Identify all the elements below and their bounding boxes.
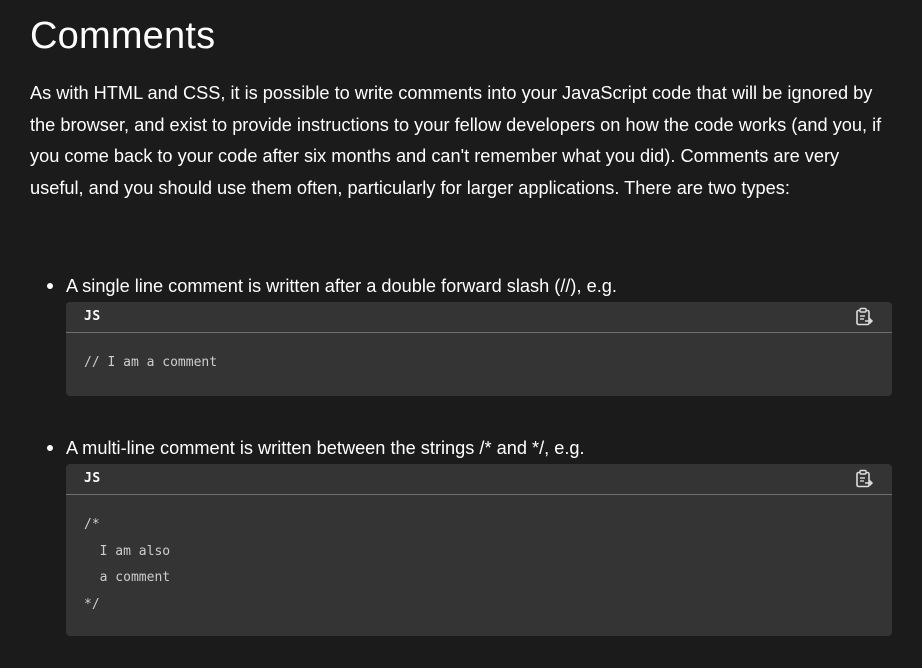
clipboard-copy-icon [856,307,874,326]
code-body: // I am a comment [66,333,892,377]
list-item-text: A single line comment is written after a… [66,276,617,296]
clipboard-copy-icon [856,469,874,488]
code-header: JS [66,464,892,495]
list-item-text: A multi-line comment is written between … [66,438,585,458]
bullet-icon [47,283,53,289]
code-text: // I am a comment [84,355,218,370]
copy-button[interactable] [854,469,874,489]
code-language-label: JS [84,309,101,324]
copy-button[interactable] [854,307,874,327]
code-language-label: JS [84,471,101,486]
code-header: JS [66,302,892,333]
bullet-icon [47,445,53,451]
code-body: /* I am also a comment */ [66,495,892,618]
section-heading: Comments [30,15,216,57]
code-text: /* I am also a comment */ [84,517,171,612]
intro-paragraph: As with HTML and CSS, it is possible to … [30,83,882,198]
code-example: JS /* I am also a comment */ [66,464,892,636]
code-example: JS // I am a comment [66,302,892,396]
